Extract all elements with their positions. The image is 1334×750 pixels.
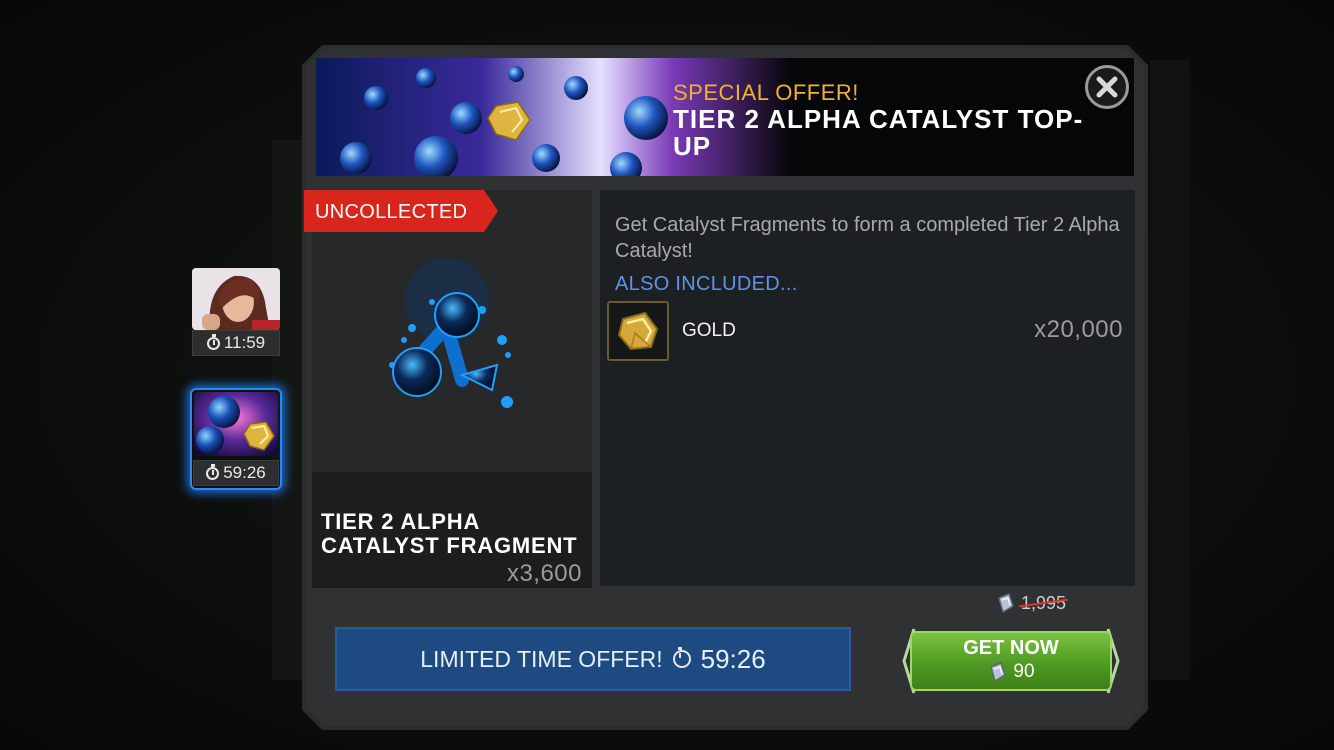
item-name: TIER 2 ALPHA CATALYST FRAGMENT xyxy=(321,509,578,558)
close-button[interactable] xyxy=(1085,65,1129,109)
stopwatch-icon xyxy=(206,333,220,350)
units-icon xyxy=(990,662,1007,683)
catalyst-thumbnail xyxy=(194,392,278,456)
stopwatch-icon xyxy=(206,463,220,480)
champion-portrait xyxy=(192,268,280,330)
extra-item-quantity: x20,000 xyxy=(1034,316,1123,343)
get-now-button[interactable]: GET NOW 90 xyxy=(900,627,1122,695)
uncollected-badge: UNCOLLECTED xyxy=(304,190,498,232)
offer-timer-text: 11:59 xyxy=(223,333,266,352)
original-price-value: 1,995 xyxy=(1021,592,1067,613)
banner-subtitle: SPECIAL OFFER! xyxy=(673,80,859,105)
units-icon xyxy=(998,593,1014,614)
price-value: 90 xyxy=(1013,661,1035,682)
offer-timer: 59:26 xyxy=(193,460,279,486)
offer-timer-text: 59:26 xyxy=(223,463,266,482)
offer-timer: 11:59 xyxy=(192,330,280,356)
item-quantity: x3,600 xyxy=(506,560,582,587)
also-included-label: ALSO INCLUDED... xyxy=(615,273,798,295)
extra-item-label: GOLD xyxy=(682,320,736,341)
get-now-label: GET NOW xyxy=(963,637,1059,659)
side-offer-1[interactable]: 11:59 xyxy=(192,268,280,356)
catalyst-fragment-icon xyxy=(389,258,513,408)
limited-time-banner: LIMITED TIME OFFER! 59:26 xyxy=(335,627,851,691)
original-price: 1,995 xyxy=(995,592,1066,614)
description-text: Get Catalyst Fragments to form a complet… xyxy=(615,214,1120,262)
stopwatch-icon xyxy=(672,647,691,668)
banner-title: TIER 2 ALPHA CATALYST TOP-UP xyxy=(673,104,1084,161)
side-offer-2[interactable]: 59:26 xyxy=(190,388,282,490)
get-now-price: 90 xyxy=(900,661,1122,683)
item-art xyxy=(312,190,592,472)
close-icon xyxy=(1096,76,1118,98)
gold-icon xyxy=(607,301,669,361)
limited-time-label: LIMITED TIME OFFER! xyxy=(420,645,663,672)
background-panel-right xyxy=(1150,60,1190,680)
limited-time-timer: 59:26 xyxy=(700,643,766,674)
